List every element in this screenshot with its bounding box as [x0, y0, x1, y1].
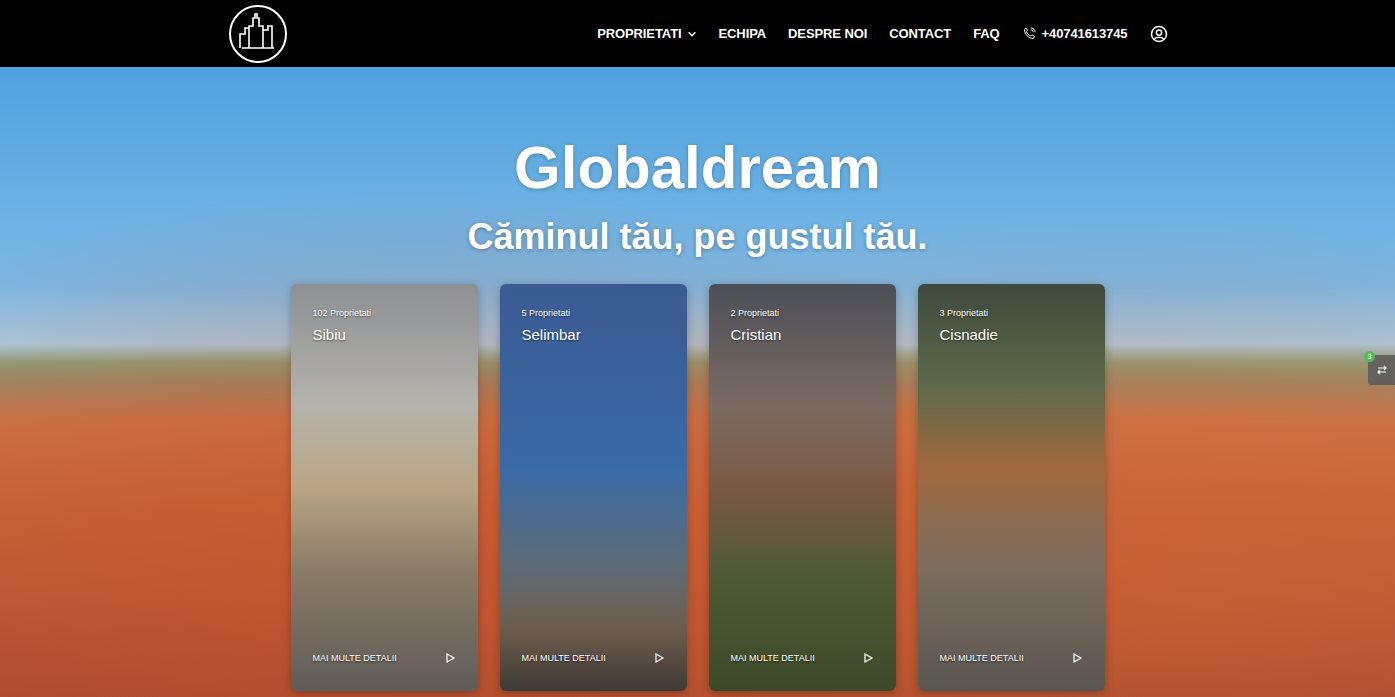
menu-label: ECHIPA	[719, 24, 767, 44]
location-footer: MAI MULTE DETALII	[522, 652, 665, 666]
property-count: 2 Proprietati	[731, 308, 874, 319]
compare-count-badge: 3	[1364, 351, 1375, 362]
location-footer: MAI MULTE DETALII	[731, 652, 874, 666]
location-name: Sibiu	[313, 325, 456, 345]
phone-number: +40741613745	[1042, 24, 1128, 44]
city-logo-icon	[228, 4, 288, 64]
menu-item[interactable]: DESPRE NOI	[788, 24, 867, 44]
compare-widget[interactable]: 3	[1368, 355, 1395, 385]
hero-subtitle: Căminul tău, pe gustul tău.	[0, 215, 1395, 258]
menu-label: FAQ	[973, 24, 999, 44]
details-link[interactable]: MAI MULTE DETALII	[522, 652, 606, 666]
play-icon	[1071, 652, 1083, 664]
chevron-down-icon	[687, 29, 697, 39]
account-link[interactable]	[1150, 25, 1168, 43]
menu-item[interactable]: FAQ	[973, 24, 999, 44]
play-icon	[862, 652, 874, 664]
play-icon	[444, 652, 456, 664]
location-footer: MAI MULTE DETALII	[313, 652, 456, 666]
menu-item[interactable]: PROPRIETATI	[597, 24, 696, 44]
navbar-inner: PROPRIETATI ECHIPA DESPRE NOI CONTACT FAQ +40…	[228, 0, 1168, 67]
details-link[interactable]: MAI MULTE DETALII	[940, 652, 1024, 666]
location-header: 5 Proprietati Selimbar	[522, 308, 665, 344]
main-menu: PROPRIETATI ECHIPA DESPRE NOI CONTACT FAQ +40…	[597, 24, 1167, 44]
top-navbar: PROPRIETATI ECHIPA DESPRE NOI CONTACT FAQ +40…	[0, 0, 1395, 67]
location-card[interactable]: 3 Proprietati Cisnadie MAI MULTE DETALII	[918, 284, 1105, 691]
menu-item[interactable]: CONTACT	[889, 24, 951, 44]
details-link[interactable]: MAI MULTE DETALII	[313, 652, 397, 666]
location-name: Cristian	[731, 325, 874, 345]
phone-link[interactable]: +40741613745	[1022, 24, 1128, 44]
logo-link[interactable]	[228, 4, 288, 64]
location-footer: MAI MULTE DETALII	[940, 652, 1083, 666]
location-name: Cisnadie	[940, 325, 1083, 345]
hero-title: Globaldream	[0, 67, 1395, 201]
property-count: 3 Proprietati	[940, 308, 1083, 319]
property-count: 5 Proprietati	[522, 308, 665, 319]
location-cards: 102 ProprietatiSibiuMAI MULTE DETALII5 P…	[0, 284, 1395, 691]
location-header: 3 Proprietati Cisnadie	[940, 308, 1083, 344]
property-count: 102 Proprietati	[313, 308, 456, 319]
location-card[interactable]: 102 Proprietati Sibiu MAI MULTE DETALII	[291, 284, 478, 691]
location-card[interactable]: 5 Proprietati Selimbar MAI MULTE DETALII	[500, 284, 687, 691]
menu-item[interactable]: ECHIPA	[719, 24, 767, 44]
location-name: Selimbar	[522, 325, 665, 345]
location-header: 102 Proprietati Sibiu	[313, 308, 456, 344]
location-header: 2 Proprietati Cristian	[731, 308, 874, 344]
menu-label: PROPRIETATI	[597, 24, 681, 44]
play-icon	[653, 652, 665, 664]
details-link[interactable]: MAI MULTE DETALII	[731, 652, 815, 666]
phone-icon	[1022, 26, 1037, 41]
menu-label: DESPRE NOI	[788, 24, 867, 44]
hero-section: Globaldream Căminul tău, pe gustul tău. 10…	[0, 67, 1395, 697]
menu-label: CONTACT	[889, 24, 951, 44]
swap-arrows-icon	[1376, 364, 1388, 376]
location-card[interactable]: 2 Proprietati Cristian MAI MULTE DETALII	[709, 284, 896, 691]
user-icon	[1150, 25, 1168, 43]
